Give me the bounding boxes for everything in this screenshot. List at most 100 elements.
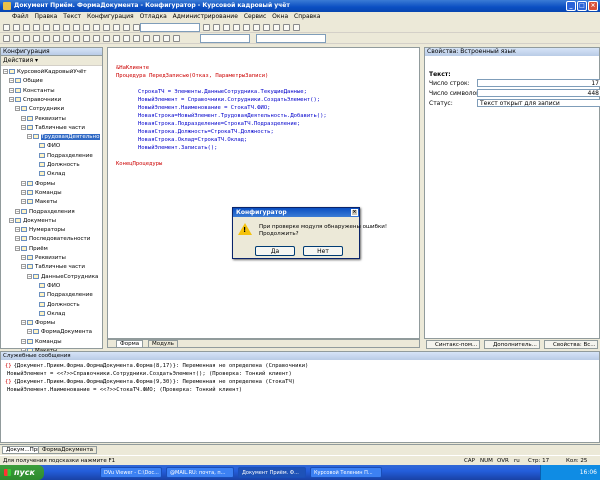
toolbar-button[interactable] [123,35,130,42]
toolbar-button[interactable] [263,24,270,31]
search-combo[interactable] [140,23,200,32]
expand-icon[interactable]: − [9,78,14,84]
expand-icon[interactable]: − [9,96,14,102]
expand-icon[interactable]: − [15,106,20,112]
expand-icon[interactable]: − [21,189,26,195]
toolbar-button[interactable] [13,35,20,42]
expand-icon[interactable]: − [21,124,26,130]
menu-help[interactable]: Справка [294,13,320,20]
tree-item[interactable]: − Справочники [9,96,61,105]
expand-icon[interactable]: − [3,69,8,74]
tree-item[interactable]: − Константы [9,87,55,96]
expand-icon[interactable]: − [21,255,26,260]
toolbar-button[interactable] [153,35,160,42]
property-value-status[interactable]: Текст открыт для записи [477,99,600,107]
toolbar-button[interactable] [283,24,290,31]
procedure-combo[interactable] [256,34,326,43]
message-line[interactable]: {} {Документ.Прием.Форма.ФормаДокумента.Ф… [5,378,295,386]
tree-item[interactable]: − Команды [21,338,62,347]
toolbar-button[interactable] [33,35,40,42]
toolbar-button[interactable] [123,24,130,31]
message-line[interactable]: {} {Документ.Прием.Форма.ФормаДокумента.Ф… [5,362,308,370]
tree-item[interactable]: − ТрудоваяДеятельно [27,133,100,142]
toolbar-button[interactable] [53,35,60,42]
menu-administration[interactable]: Администрирование [173,13,238,20]
taskbar-item-djvu[interactable]: DVu Viewer - C:\Doc... [100,467,162,478]
tree-item[interactable]: − Формы [21,319,55,328]
toolbar-button[interactable] [23,35,30,42]
toolbar-button[interactable] [223,24,230,31]
tab-form[interactable]: Форма [116,340,144,348]
taskbar-item-coursework[interactable]: Курсовой Теленин П... [310,467,382,478]
tree-item[interactable]: − Подразделения [15,208,75,217]
expand-icon[interactable]: − [9,87,14,93]
taskbar-item-mail[interactable]: @MAIL.RU: почта, п... [166,467,234,478]
toolbar-button[interactable] [23,24,30,31]
tree-item[interactable]: Оклад [33,170,65,179]
tree-item[interactable]: − ДанныеСотрудника [27,273,98,282]
toolbar-button[interactable] [253,24,260,31]
tree-item[interactable]: − Реквизиты [21,254,66,263]
code-editor[interactable]: &НаКлиенте Процедура ПередЗаписью(Отказ, … [107,47,420,339]
maximize-button[interactable]: □ [577,1,587,11]
toolbar-button[interactable] [63,35,70,42]
toolbar-button[interactable] [293,24,300,31]
module-combo[interactable] [200,34,250,43]
tree-item[interactable]: ФИО [33,282,60,291]
additional-button[interactable]: Дополнитель... [484,340,540,349]
tree-item[interactable]: − Нумераторы [15,226,65,235]
expand-icon[interactable]: − [21,180,26,186]
tree-item[interactable]: − Табличные части [21,124,85,133]
tree-item[interactable]: − Последовательности [15,235,90,244]
menu-text[interactable]: Текст [63,13,81,20]
menu-file[interactable]: Файл [12,13,29,20]
menu-debug[interactable]: Отладка [140,13,167,20]
tree-item[interactable]: Должность [33,161,80,170]
tree-item[interactable]: Должность [33,301,80,310]
window-tab-form[interactable]: ФормаДокумента [38,446,98,454]
toolbar-button[interactable] [233,24,240,31]
tree-item[interactable]: Подразделение [33,291,93,300]
window-title-bar[interactable]: Документ Приём. ФормаДокумента - Конфигу… [0,0,600,12]
toolbar-button[interactable] [63,24,70,31]
expand-icon[interactable]: − [21,199,26,205]
message-line[interactable]: НовыйЭлемент.Наименование = <<?>>СтокаТЧ… [5,386,242,394]
minimize-button[interactable]: _ [566,1,576,11]
message-line[interactable]: НовыйЭлемент = <<?>>Справочники.Сотрудни… [5,370,292,378]
toolbar-button[interactable] [3,35,10,42]
yes-button[interactable]: Да [255,246,295,256]
actions-button[interactable]: Действия [3,57,33,64]
property-value-chars[interactable]: 448 [477,89,600,97]
tree-item[interactable]: − Приём [15,245,48,254]
expand-icon[interactable]: − [15,227,20,233]
toolbar-button[interactable] [3,24,10,31]
tree-item[interactable]: − ФормаДокумента [27,328,92,337]
toolbar-button[interactable] [73,24,80,31]
dialog-title-bar[interactable]: Конфигуратор × [233,208,359,217]
tree-item[interactable]: Подразделение [33,152,93,161]
toolbar-button[interactable] [133,24,140,31]
toolbar-button[interactable] [173,35,180,42]
expand-icon[interactable]: − [15,208,20,214]
toolbar-button[interactable] [133,35,140,42]
tree-item[interactable]: − Реквизиты [21,115,66,124]
toolbar-button[interactable] [43,35,50,42]
tree-item[interactable]: − Общие [9,77,43,86]
toolbar-button[interactable] [93,35,100,42]
no-button[interactable]: Нет [303,246,343,256]
toolbar-button[interactable] [113,24,120,31]
expand-icon[interactable]: − [15,236,20,242]
tab-module[interactable]: Модуль [148,340,178,348]
toolbar-button[interactable] [83,24,90,31]
menu-windows[interactable]: Окна [272,13,288,20]
toolbar-button[interactable] [143,35,150,42]
toolbar-button[interactable] [43,24,50,31]
toolbar-button[interactable] [93,24,100,31]
expand-icon[interactable]: − [21,338,26,344]
toolbar-button[interactable] [13,24,20,31]
toolbar-button[interactable] [103,35,110,42]
expand-icon[interactable]: − [21,115,26,121]
toolbar-button[interactable] [33,24,40,31]
menu-configuration[interactable]: Конфигурация [87,13,134,20]
syntax-helper-button[interactable]: Синтакс-пом... [426,340,480,349]
